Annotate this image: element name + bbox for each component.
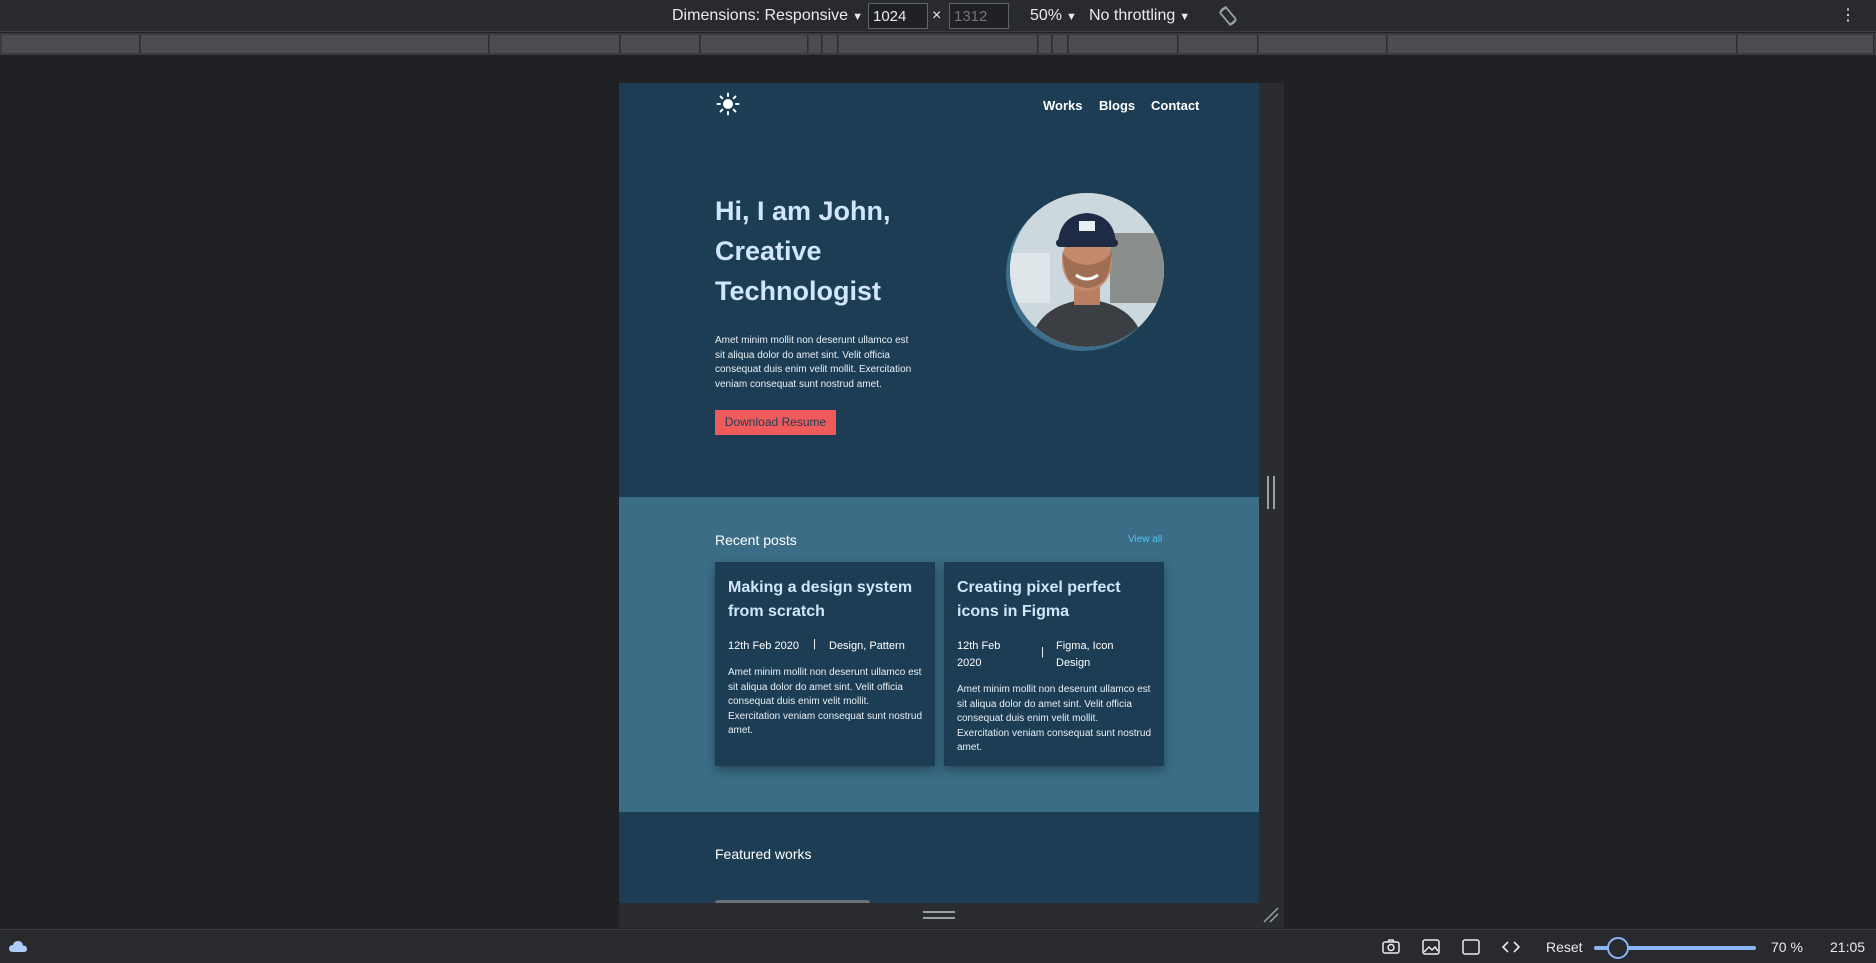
media-query-segment[interactable] bbox=[141, 35, 489, 53]
post-date: 12th Feb 2020 bbox=[957, 640, 1001, 669]
post-excerpt: Amet minim mollit non deserunt ullamco e… bbox=[957, 684, 1151, 753]
post-card[interactable]: Creating pixel perfect icons in Figma 12… bbox=[944, 562, 1164, 766]
throttling-dropdown[interactable]: No throttling ▼ bbox=[1089, 0, 1190, 32]
hero-description: Amet minim mollit non deserunt ullamco e… bbox=[715, 335, 912, 390]
rotate-icon[interactable] bbox=[1216, 0, 1240, 32]
dimensions-dropdown[interactable]: Dimensions: Responsive ▼ bbox=[672, 0, 863, 32]
featured-works-title: Featured works bbox=[715, 846, 812, 862]
caret-down-icon: ▼ bbox=[852, 11, 863, 23]
media-query-segment[interactable] bbox=[1179, 35, 1258, 53]
media-query-segment[interactable] bbox=[490, 35, 620, 53]
post-card[interactable]: Making a design system from scratch 12th… bbox=[715, 562, 935, 766]
hero-title-line: Hi, I am John, bbox=[715, 196, 891, 226]
times-symbol: × bbox=[932, 7, 942, 24]
media-query-segment[interactable] bbox=[839, 35, 1038, 53]
media-query-segment[interactable] bbox=[1738, 35, 1874, 53]
grip-vertical-icon[interactable] bbox=[1267, 476, 1275, 509]
caret-down-icon: ▼ bbox=[1179, 11, 1191, 23]
code-icon[interactable] bbox=[1501, 937, 1521, 957]
media-query-segment[interactable] bbox=[1053, 35, 1068, 53]
post-tags: Figma, Icon Design bbox=[1056, 640, 1114, 669]
zoom-label: 50% bbox=[1030, 7, 1063, 24]
hero-title: Hi, I am John, Creative Technologist bbox=[715, 191, 935, 311]
media-query-segment[interactable] bbox=[2, 35, 140, 53]
zoom-dropdown[interactable]: 50% ▼ bbox=[1030, 0, 1077, 32]
grip-horizontal-icon[interactable] bbox=[923, 911, 955, 919]
post-excerpt: Amet minim mollit non deserunt ullamco e… bbox=[728, 667, 922, 736]
nav-link-blogs[interactable]: Blogs bbox=[1099, 98, 1135, 113]
sun-icon[interactable] bbox=[716, 92, 740, 116]
nav-link-contact[interactable]: Contact bbox=[1151, 98, 1199, 113]
resize-corner-icon[interactable] bbox=[1262, 906, 1280, 924]
clock: 21:05 bbox=[1830, 939, 1866, 955]
hero-title-line: Creative bbox=[715, 236, 822, 266]
media-query-segment[interactable] bbox=[809, 35, 822, 53]
post-title[interactable]: Making a design system from scratch bbox=[728, 576, 928, 624]
zoom-percentage: 70 % bbox=[1771, 939, 1803, 955]
featured-work-thumbnail[interactable] bbox=[715, 900, 870, 903]
view-all-link[interactable]: View all bbox=[1128, 534, 1162, 545]
media-query-segment[interactable] bbox=[1069, 35, 1178, 53]
media-query-segment[interactable] bbox=[1039, 35, 1052, 53]
site-navbar: Works Blogs Contact bbox=[619, 83, 1259, 133]
frame-icon[interactable] bbox=[1461, 937, 1481, 957]
cloud-icon[interactable] bbox=[8, 937, 28, 957]
post-date: 12th Feb 2020 bbox=[728, 640, 799, 652]
hero-title-line: Technologist bbox=[715, 276, 881, 306]
bottom-status-bar: Reset 70 % 21:05 bbox=[0, 929, 1876, 963]
caret-down-icon: ▼ bbox=[1066, 11, 1077, 23]
media-query-bar[interactable] bbox=[0, 33, 1876, 55]
post-separator: | bbox=[813, 638, 816, 650]
profile-photo bbox=[1010, 193, 1164, 347]
post-tags: Design, Pattern bbox=[829, 640, 905, 652]
more-vertical-icon[interactable]: ⋮ bbox=[1840, 0, 1856, 32]
throttling-label: No throttling bbox=[1089, 7, 1176, 24]
recent-posts-title: Recent posts bbox=[715, 532, 797, 548]
media-query-segment[interactable] bbox=[1259, 35, 1387, 53]
width-input[interactable] bbox=[868, 3, 928, 29]
height-input[interactable] bbox=[949, 3, 1009, 29]
post-separator: | bbox=[1041, 646, 1044, 658]
image-icon[interactable] bbox=[1421, 937, 1441, 957]
media-query-segment[interactable] bbox=[1388, 35, 1737, 53]
camera-icon[interactable] bbox=[1381, 937, 1401, 957]
post-title[interactable]: Creating pixel perfect icons in Figma bbox=[957, 576, 1157, 624]
reset-button[interactable]: Reset bbox=[1546, 939, 1583, 955]
nav-link-works[interactable]: Works bbox=[1043, 98, 1083, 113]
zoom-slider-thumb[interactable] bbox=[1607, 937, 1629, 959]
media-query-segment[interactable] bbox=[701, 35, 808, 53]
media-query-segment[interactable] bbox=[823, 35, 838, 53]
website-page: Works Blogs Contact Hi, I am John, Creat… bbox=[619, 83, 1259, 903]
recent-posts-section: Recent posts View all Making a design sy… bbox=[619, 497, 1259, 812]
devtools-toolbar: Dimensions: Responsive▼ × 50%▼ No thrott… bbox=[0, 0, 1876, 32]
dimensions-label: Dimensions: Responsive bbox=[672, 7, 849, 24]
download-resume-button[interactable]: Download Resume bbox=[715, 410, 836, 435]
media-query-segment[interactable] bbox=[621, 35, 700, 53]
